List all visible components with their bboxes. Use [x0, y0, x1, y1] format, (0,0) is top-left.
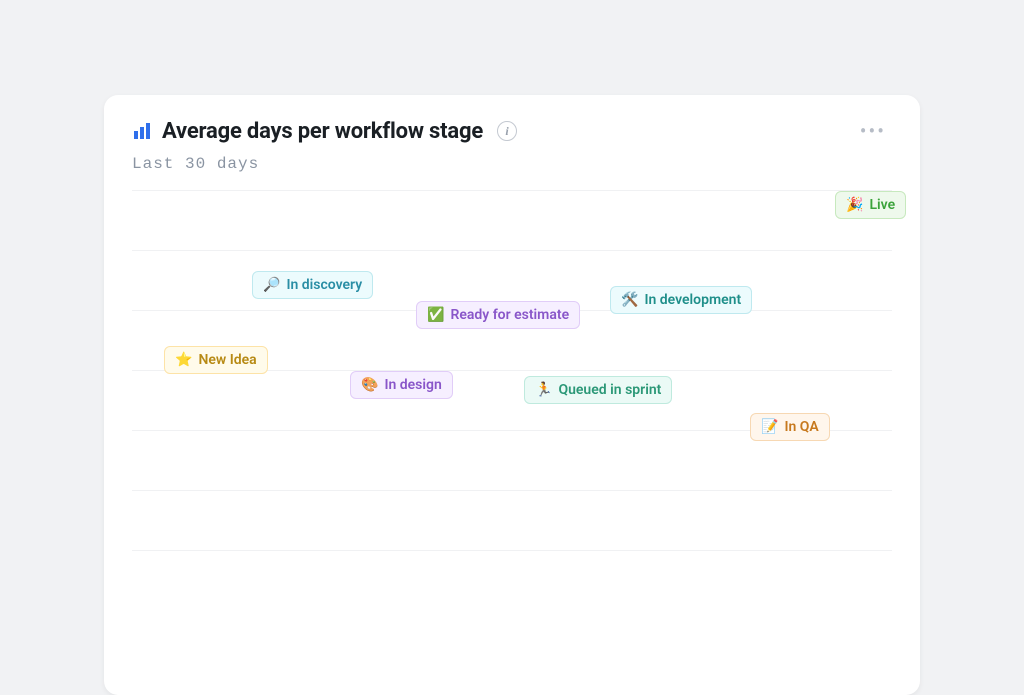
stage-badge[interactable]: 🎉 Live: [835, 191, 906, 219]
stage-emoji-icon: 🏃: [535, 382, 552, 398]
bar-value-label: 22: [456, 619, 474, 638]
stage-emoji-icon: 🛠️: [621, 292, 638, 308]
bar-value-label: 16: [176, 619, 194, 638]
stage-label: In development: [644, 292, 741, 308]
bar-value-label: 13: [550, 619, 568, 638]
stage-badge[interactable]: 🎨 In design: [350, 371, 453, 399]
bar-value-label: 15: [363, 619, 381, 638]
stage-emoji-icon: 📝: [761, 419, 778, 435]
stage-label: Ready for estimate: [450, 307, 569, 323]
stage-emoji-icon: 🎨: [361, 377, 378, 393]
stage-label: New Idea: [198, 352, 256, 368]
more-menu-icon[interactable]: •••: [854, 117, 892, 145]
bar-chart-icon: [132, 121, 152, 141]
stage-label: Live: [869, 197, 895, 213]
plot-area: 162615221324831 ⭐ New Idea 🔎 In discovery 🎨 I…: [132, 191, 892, 611]
info-icon[interactable]: i: [497, 121, 517, 141]
stage-badge[interactable]: 🛠️ In development: [610, 286, 752, 314]
stage-label: In QA: [784, 419, 818, 435]
chart-card: Average days per workflow stage i ••• La…: [104, 95, 920, 695]
card-header: Average days per workflow stage i •••: [132, 117, 892, 145]
chart-title: Average days per workflow stage: [162, 119, 483, 144]
bar-value-label: 26: [269, 619, 287, 638]
bar-value-label: 8: [741, 619, 750, 638]
stage-badge[interactable]: 🔎 In discovery: [252, 271, 373, 299]
bar-value-label: 24: [643, 619, 661, 638]
stage-badge[interactable]: 🏃 Queued in sprint: [524, 376, 672, 404]
bars-container: 162615221324831: [132, 191, 892, 611]
chart-subtitle: Last 30 days: [132, 155, 892, 173]
stage-label: In design: [384, 377, 441, 393]
bar-value-label: 31: [830, 619, 848, 638]
stage-emoji-icon: 🎉: [846, 197, 863, 213]
stage-badge[interactable]: ⭐ New Idea: [164, 346, 268, 374]
stage-label: Queued in sprint: [558, 382, 661, 398]
stage-emoji-icon: ⭐: [175, 352, 192, 368]
stage-emoji-icon: 🔎: [263, 277, 280, 293]
stage-emoji-icon: ✅: [427, 307, 444, 323]
stage-badge[interactable]: 📝 In QA: [750, 413, 830, 441]
stage-badge[interactable]: ✅ Ready for estimate: [416, 301, 580, 329]
stage-label: In discovery: [286, 277, 362, 293]
